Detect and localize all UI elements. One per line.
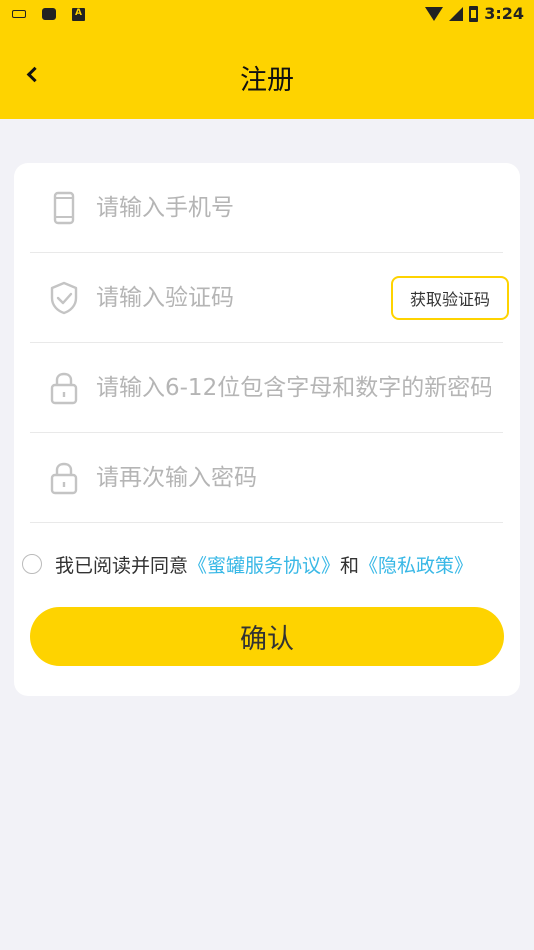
signal-icon — [449, 6, 464, 21]
service-agreement-link[interactable]: 《蜜罐服务协议》 — [188, 551, 340, 578]
page-title: 注册 — [240, 65, 294, 96]
phone-row — [30, 163, 503, 253]
agreement-conjunction: 和 — [340, 554, 360, 577]
privacy-policy-link[interactable]: 《隐私政策》 — [359, 551, 473, 578]
register-form: 获取验证码 我已阅读并同意 《蜜罐服务协议》 和 《隐私政策》 确认 — [14, 163, 520, 696]
code-row: 获取验证码 — [30, 253, 509, 343]
phone-input[interactable] — [96, 188, 491, 228]
confirm-password-input[interactable] — [96, 458, 491, 498]
confirm-password-row — [30, 433, 503, 523]
lock-icon — [50, 462, 78, 495]
code-input[interactable] — [96, 278, 396, 318]
status-time: 3:24 — [484, 4, 524, 23]
agreement-text: 我已阅读并同意 — [55, 554, 189, 577]
confirm-button[interactable]: 确认 — [30, 607, 504, 666]
header-bar: A 3:24 注册 — [0, 0, 534, 119]
wifi-icon — [425, 6, 444, 21]
agreement-checkbox[interactable] — [22, 554, 42, 574]
status-bar: A 3:24 — [0, 0, 534, 28]
lock-icon — [50, 372, 78, 405]
shield-check-icon — [50, 281, 78, 315]
battery-icon — [469, 5, 479, 22]
get-code-button[interactable]: 获取验证码 — [391, 276, 509, 320]
phone-icon — [53, 191, 75, 225]
keyboard-icon — [12, 10, 26, 18]
password-row — [30, 343, 503, 433]
agreement-row: 我已阅读并同意 《蜜罐服务协议》 和 《隐私政策》 — [22, 549, 522, 579]
message-icon — [42, 8, 56, 20]
font-icon: A — [72, 7, 85, 21]
password-input[interactable] — [96, 368, 491, 408]
